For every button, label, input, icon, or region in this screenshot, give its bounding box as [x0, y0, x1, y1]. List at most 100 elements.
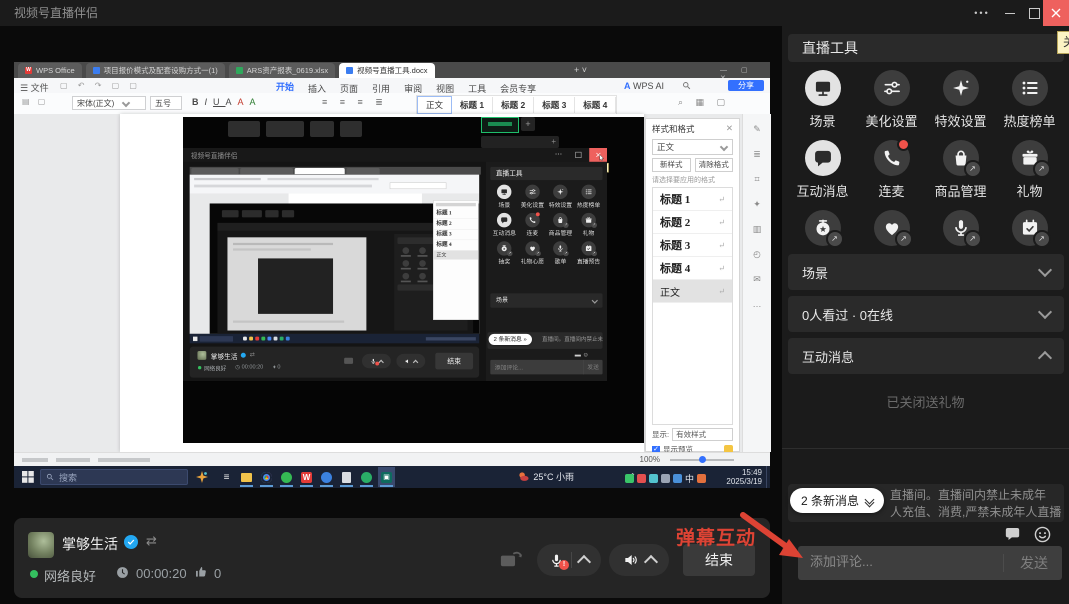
section-viewers[interactable]: 0人看过 · 0在线 — [788, 296, 1064, 332]
comment-input[interactable] — [808, 553, 992, 570]
close-button[interactable] — [1043, 0, 1069, 26]
tray-icon[interactable] — [649, 474, 658, 483]
minimize-button[interactable] — [996, 0, 1024, 26]
taskbar-app-wechat-icon[interactable] — [358, 467, 375, 487]
taskbar-app-menu-icon[interactable]: ≡ — [218, 467, 235, 487]
taskbar-app-explorer-icon[interactable] — [238, 467, 255, 487]
style-gallery-item[interactable]: 正文 — [417, 96, 452, 114]
double-chevron-down-icon — [866, 496, 873, 506]
duration-clock-icon — [116, 566, 129, 579]
tool-message[interactable]: 互动消息 — [788, 140, 857, 200]
taskbar-app-chrome-icon[interactable] — [258, 467, 275, 487]
mic-options-chevron-icon[interactable] — [577, 555, 591, 569]
taskbar-weather[interactable]: 25°C 小雨 — [518, 470, 574, 483]
style-item[interactable]: 标题 4↵ — [653, 257, 732, 280]
taskbar-app-doc-icon[interactable] — [338, 467, 355, 487]
style-gallery-item[interactable]: 标题 2 — [493, 97, 534, 113]
styles-show-select[interactable]: 有效样式 — [672, 428, 733, 441]
style-gallery-item[interactable]: 标题 3 — [534, 97, 575, 113]
tray-icon[interactable] — [637, 474, 646, 483]
scene-add-button[interactable]: + — [521, 117, 535, 131]
taskbar-app-edge-icon[interactable] — [318, 467, 335, 487]
comment-bubble-icon[interactable] — [1004, 526, 1021, 542]
wps-align-buttons[interactable]: ≡ ≡ ≡ ≣ — [322, 97, 388, 108]
clear-format-button[interactable]: 清除格式 — [695, 158, 734, 172]
start-button-icon[interactable] — [22, 471, 34, 483]
speaker-icon — [623, 552, 639, 568]
scene-row[interactable]: + — [481, 136, 559, 148]
screen-share-icon[interactable] — [500, 550, 523, 570]
streamer-avatar[interactable] — [28, 532, 54, 558]
tool-miccall[interactable]: 连麦 — [857, 140, 926, 200]
tool-scene[interactable]: 场景 — [788, 70, 857, 130]
section-scene[interactable]: 场景 — [788, 254, 1064, 290]
tray-input-language[interactable]: 中 — [685, 472, 694, 485]
wps-ai-menu[interactable]: A WPS AI — [624, 81, 664, 91]
goods-icon: ↗ — [943, 140, 979, 176]
nested-styles-panel: 标题 1标题 2标题 3标题 4正文 — [433, 200, 479, 320]
wps-toolbar-extra[interactable]: ⌕ ▦ ▢ — [678, 97, 730, 108]
wps-tab[interactable]: ARS资产报表_0619.xlsx — [229, 63, 335, 78]
more-menu-button[interactable]: ••• — [966, 0, 998, 26]
wps-tab[interactable]: WWPS Office — [18, 63, 82, 78]
external-link-icon: ↗ — [826, 230, 844, 248]
tool-ranking[interactable]: 热度榜单 — [995, 70, 1064, 130]
red-dot-badge — [897, 138, 910, 151]
capture-source-buttons[interactable] — [228, 121, 362, 137]
live-preview-canvas[interactable]: WWPS Office 项目报价模式及配套设购方式一(1) ARS资产报表_0619… — [14, 62, 770, 488]
taskbar-search-box[interactable]: 搜索 — [40, 469, 188, 485]
taskbar-app-browser-icon[interactable] — [278, 467, 295, 487]
wps-clipboard-tools[interactable]: ▤ ▢ — [22, 97, 48, 106]
emoji-icon[interactable] — [1034, 526, 1051, 543]
wps-quick-icons[interactable]: ▢ ↶ ↷ ▢ ▢ — [60, 81, 141, 90]
tray-icon[interactable] — [673, 474, 682, 483]
nested-sidebar: 直播工具 场景 美化设置 特效设置 热度榜单 — [486, 162, 607, 381]
speaker-button[interactable] — [609, 544, 669, 576]
tray-icon[interactable] — [697, 474, 706, 483]
speaker-options-chevron-icon[interactable] — [643, 555, 657, 569]
close-icon — [1051, 8, 1061, 18]
tray-icon[interactable] — [625, 474, 634, 483]
tray-icon[interactable] — [661, 474, 670, 483]
chevron-up-icon — [1038, 351, 1052, 365]
style-item[interactable]: 标题 3↵ — [653, 234, 732, 257]
tool-goods[interactable]: ↗商品管理 — [926, 140, 995, 200]
wps-right-strip[interactable]: ✎≣⌗✦▥◴✉… — [742, 114, 771, 452]
wps-format-buttons[interactable]: BIUAAA — [192, 97, 262, 107]
mic-button[interactable]: ! — [537, 544, 601, 576]
wps-share-button[interactable]: 分享 — [728, 80, 764, 91]
wps-tab[interactable]: 视频号直播工具.docx — [339, 63, 434, 78]
new-style-button[interactable]: 新样式 — [652, 158, 691, 172]
show-desktop-sliver[interactable] — [766, 466, 770, 488]
taskbar-clock[interactable]: 15:49 2025/3/19 — [726, 468, 762, 486]
nested-new-messages-pill: 2 条新消息 » — [489, 334, 532, 345]
external-link-icon: ↗ — [1033, 230, 1051, 248]
send-button[interactable]: 发送 — [1006, 546, 1062, 580]
taskbar-app-wps-icon[interactable]: W — [298, 467, 315, 487]
section-messages[interactable]: 互动消息 — [788, 338, 1064, 374]
cortana-star-icon[interactable] — [196, 471, 208, 483]
wps-new-tab-button[interactable]: + ˅ — [574, 65, 587, 75]
chevron-down-icon — [1038, 263, 1052, 277]
scene-thumb-selected[interactable] — [481, 117, 519, 133]
wps-fontsize-select[interactable]: 五号 — [150, 96, 182, 110]
wps-zoom-knob[interactable] — [699, 456, 706, 463]
wps-search-icon[interactable] — [682, 81, 691, 90]
mini-tool-ranking: 热度榜单 — [574, 185, 602, 209]
wps-tab[interactable]: 项目报价模式及配套设购方式一(1) — [86, 63, 225, 78]
wps-font-select[interactable]: 宋体(正文) — [72, 96, 146, 110]
taskbar-app-recorder-icon[interactable]: ▣ — [378, 467, 395, 487]
styles-panel-close-icon[interactable]: ✕ — [726, 123, 733, 135]
style-gallery-item[interactable]: 标题 4 — [575, 97, 616, 113]
tool-effects[interactable]: 特效设置 — [926, 70, 995, 130]
sheet-file-icon — [236, 67, 243, 74]
tool-gift[interactable]: ↗礼物 — [995, 140, 1064, 200]
style-item-selected[interactable]: 正文↵ — [653, 280, 732, 303]
styles-list[interactable]: 标题 1↵标题 2↵标题 3↵标题 4↵正文↵ — [652, 187, 733, 425]
styles-current-select[interactable]: 正文 — [652, 139, 733, 155]
style-item[interactable]: 标题 1↵ — [653, 188, 732, 211]
switch-account-icon[interactable]: ⇄ — [146, 533, 157, 549]
style-item[interactable]: 标题 2↵ — [653, 211, 732, 234]
style-gallery-item[interactable]: 标题 1 — [452, 97, 493, 113]
tool-beauty[interactable]: 美化设置 — [857, 70, 926, 130]
